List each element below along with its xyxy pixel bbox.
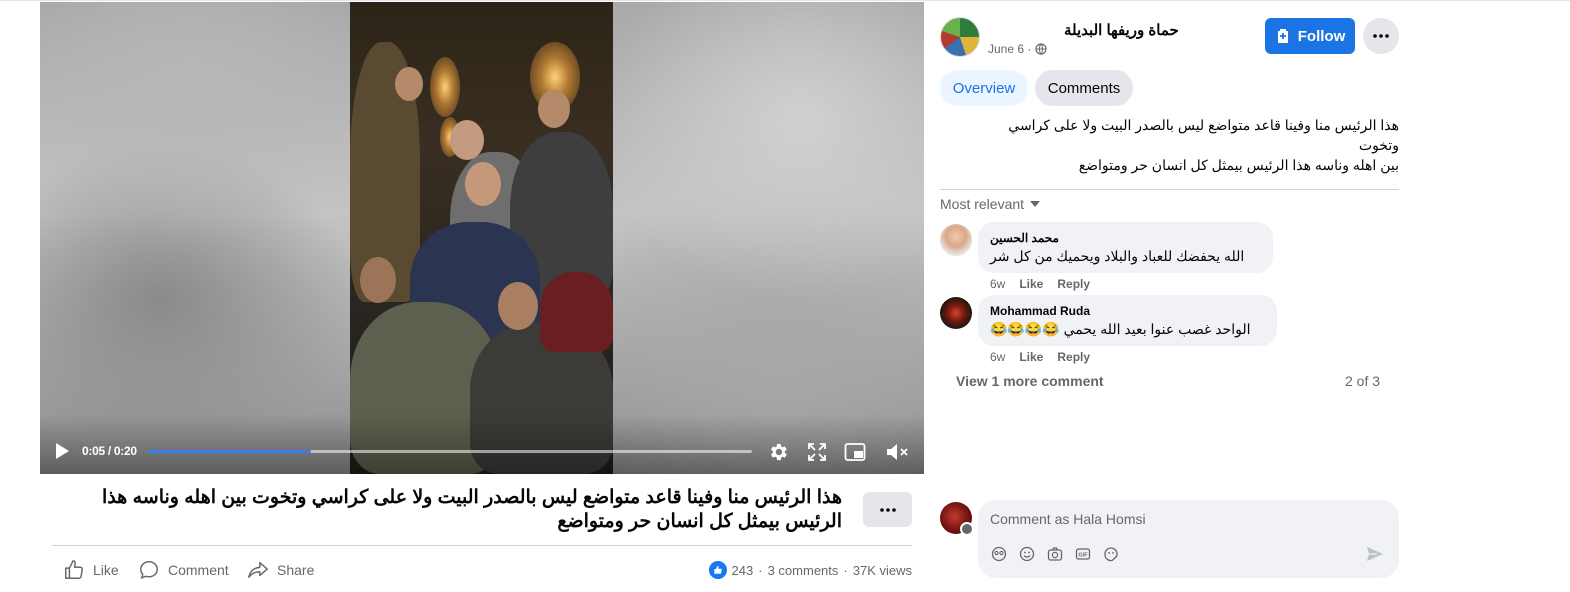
page-avatar[interactable] [940, 17, 980, 57]
comment-bubble: Mohammad Ruda الواحد غصب عنوا بعيد الله … [978, 295, 1277, 346]
page-more-button[interactable] [1363, 18, 1399, 54]
video-player[interactable]: 0:05 / 0:20 [40, 2, 924, 474]
comment-author[interactable]: Mohammad Ruda [990, 303, 1265, 319]
post-caption: هذا الرئيس منا وفينا قاعد متواضع ليس بال… [102, 487, 842, 532]
volume-muted-icon[interactable] [885, 441, 909, 463]
comment-meta: 6w Like Reply [990, 277, 1090, 291]
face [395, 67, 423, 101]
comment-author[interactable]: محمد الحسين [990, 230, 1261, 246]
like-button[interactable]: Like [63, 558, 119, 582]
avatar[interactable] [940, 297, 972, 329]
top-divider [0, 0, 1570, 1]
play-icon[interactable] [54, 442, 70, 460]
comment-button[interactable]: Comment [138, 558, 229, 582]
face [465, 162, 501, 206]
page-name[interactable]: حماة وريفها البديلة [1064, 21, 1179, 39]
post-text-line: وتخوت [1358, 137, 1399, 153]
video-controls: 0:05 / 0:20 [40, 430, 924, 474]
stats-separator: · [758, 562, 763, 578]
send-icon[interactable] [1366, 545, 1384, 563]
more-horizontal-icon [1373, 34, 1389, 38]
carpet [540, 272, 613, 352]
emoji-icon[interactable] [1018, 545, 1036, 563]
caret-down-icon [1030, 201, 1041, 207]
comment-icon [140, 561, 158, 579]
avatar-sticker-icon[interactable] [990, 545, 1008, 563]
comment-reply-link[interactable]: Reply [1057, 350, 1090, 364]
comment-like-link[interactable]: Like [1019, 277, 1043, 291]
avatar[interactable] [940, 224, 972, 256]
video-progress-bar[interactable] [148, 450, 752, 453]
tab-comments[interactable]: Comments [1035, 70, 1133, 106]
comment-count[interactable]: 3 comments [768, 563, 839, 578]
sort-label: Most relevant [940, 196, 1025, 212]
view-count: 37K views [852, 562, 912, 578]
globe-icon [1035, 43, 1047, 55]
comment-time[interactable]: 6w [990, 277, 1005, 291]
camera-icon[interactable] [1046, 545, 1064, 563]
video-progress-fill [148, 450, 312, 453]
composer-toolbar: GIF [990, 545, 1120, 563]
comment-input[interactable]: Comment as Hala Homsi [990, 511, 1146, 527]
comment-composer[interactable]: Comment as Hala Homsi GIF [978, 500, 1399, 578]
picture-in-picture-icon[interactable] [844, 442, 866, 462]
comment-sort-dropdown[interactable]: Most relevant [940, 196, 1041, 212]
comment-meta: 6w Like Reply [990, 350, 1090, 364]
comment-text: الواحد غصب عنوا بعيد الله يحمي 😂😂😂😂 [990, 321, 1251, 337]
gear-icon[interactable] [767, 441, 789, 463]
svg-text:GIF: GIF [1078, 553, 1088, 559]
post-date-text[interactable]: June 6 · [988, 42, 1031, 56]
comment-bubble: محمد الحسين الله يحفضك للعباد والبلاد وي… [978, 222, 1273, 273]
like-reaction-icon [708, 561, 727, 579]
face [360, 257, 396, 303]
comment-reply-link[interactable]: Reply [1057, 277, 1090, 291]
follow-button[interactable]: Follow [1265, 18, 1355, 54]
follow-page-icon [1277, 29, 1288, 43]
lamp-glow [430, 57, 460, 117]
post-text-line: بين اهله وناسه هذا الرئيس بيمثل كل انسان… [1078, 157, 1399, 173]
thumbs-up-icon [65, 560, 83, 579]
reaction-count[interactable]: 243 [732, 563, 754, 578]
post-text-line: هذا الرئيس منا وفينا قاعد متواضع ليس بال… [1008, 117, 1399, 133]
video-frame [350, 2, 613, 474]
fullscreen-icon[interactable] [807, 442, 827, 462]
post-date: June 6 · [988, 42, 1047, 56]
comment-pager: 2 of 3 [1345, 373, 1381, 389]
face [498, 282, 538, 330]
chevron-down-icon[interactable] [960, 522, 974, 536]
face [450, 120, 484, 160]
share-label: Share [277, 562, 315, 578]
comment-label: Comment [168, 562, 229, 578]
post-stats: 243 · 3 comments · 37K views [708, 561, 912, 579]
comment-text: الله يحفضك للعباد والبلاد ويحميك من كل ش… [990, 248, 1245, 264]
stats-separator: · [843, 562, 848, 578]
video-time: 0:05 / 0:20 [82, 444, 137, 458]
more-horizontal-icon [879, 507, 896, 512]
view-more-comments-link[interactable]: View 1 more comment [956, 373, 1104, 389]
like-label: Like [93, 562, 119, 578]
share-icon [248, 561, 268, 579]
post-text: هذا الرئيس منا وفينا قاعد متواضع ليس بال… [940, 115, 1399, 175]
face [538, 90, 570, 128]
follow-label: Follow [1297, 27, 1346, 45]
sticker-icon[interactable] [1102, 545, 1120, 563]
tab-overview[interactable]: Overview [940, 70, 1028, 106]
share-button[interactable]: Share [247, 558, 314, 582]
post-more-button[interactable] [863, 492, 912, 527]
comment-time[interactable]: 6w [990, 350, 1005, 364]
gif-icon[interactable]: GIF [1074, 545, 1092, 563]
actions-divider [52, 545, 912, 546]
comment-like-link[interactable]: Like [1019, 350, 1043, 364]
comments-divider [940, 189, 1399, 190]
